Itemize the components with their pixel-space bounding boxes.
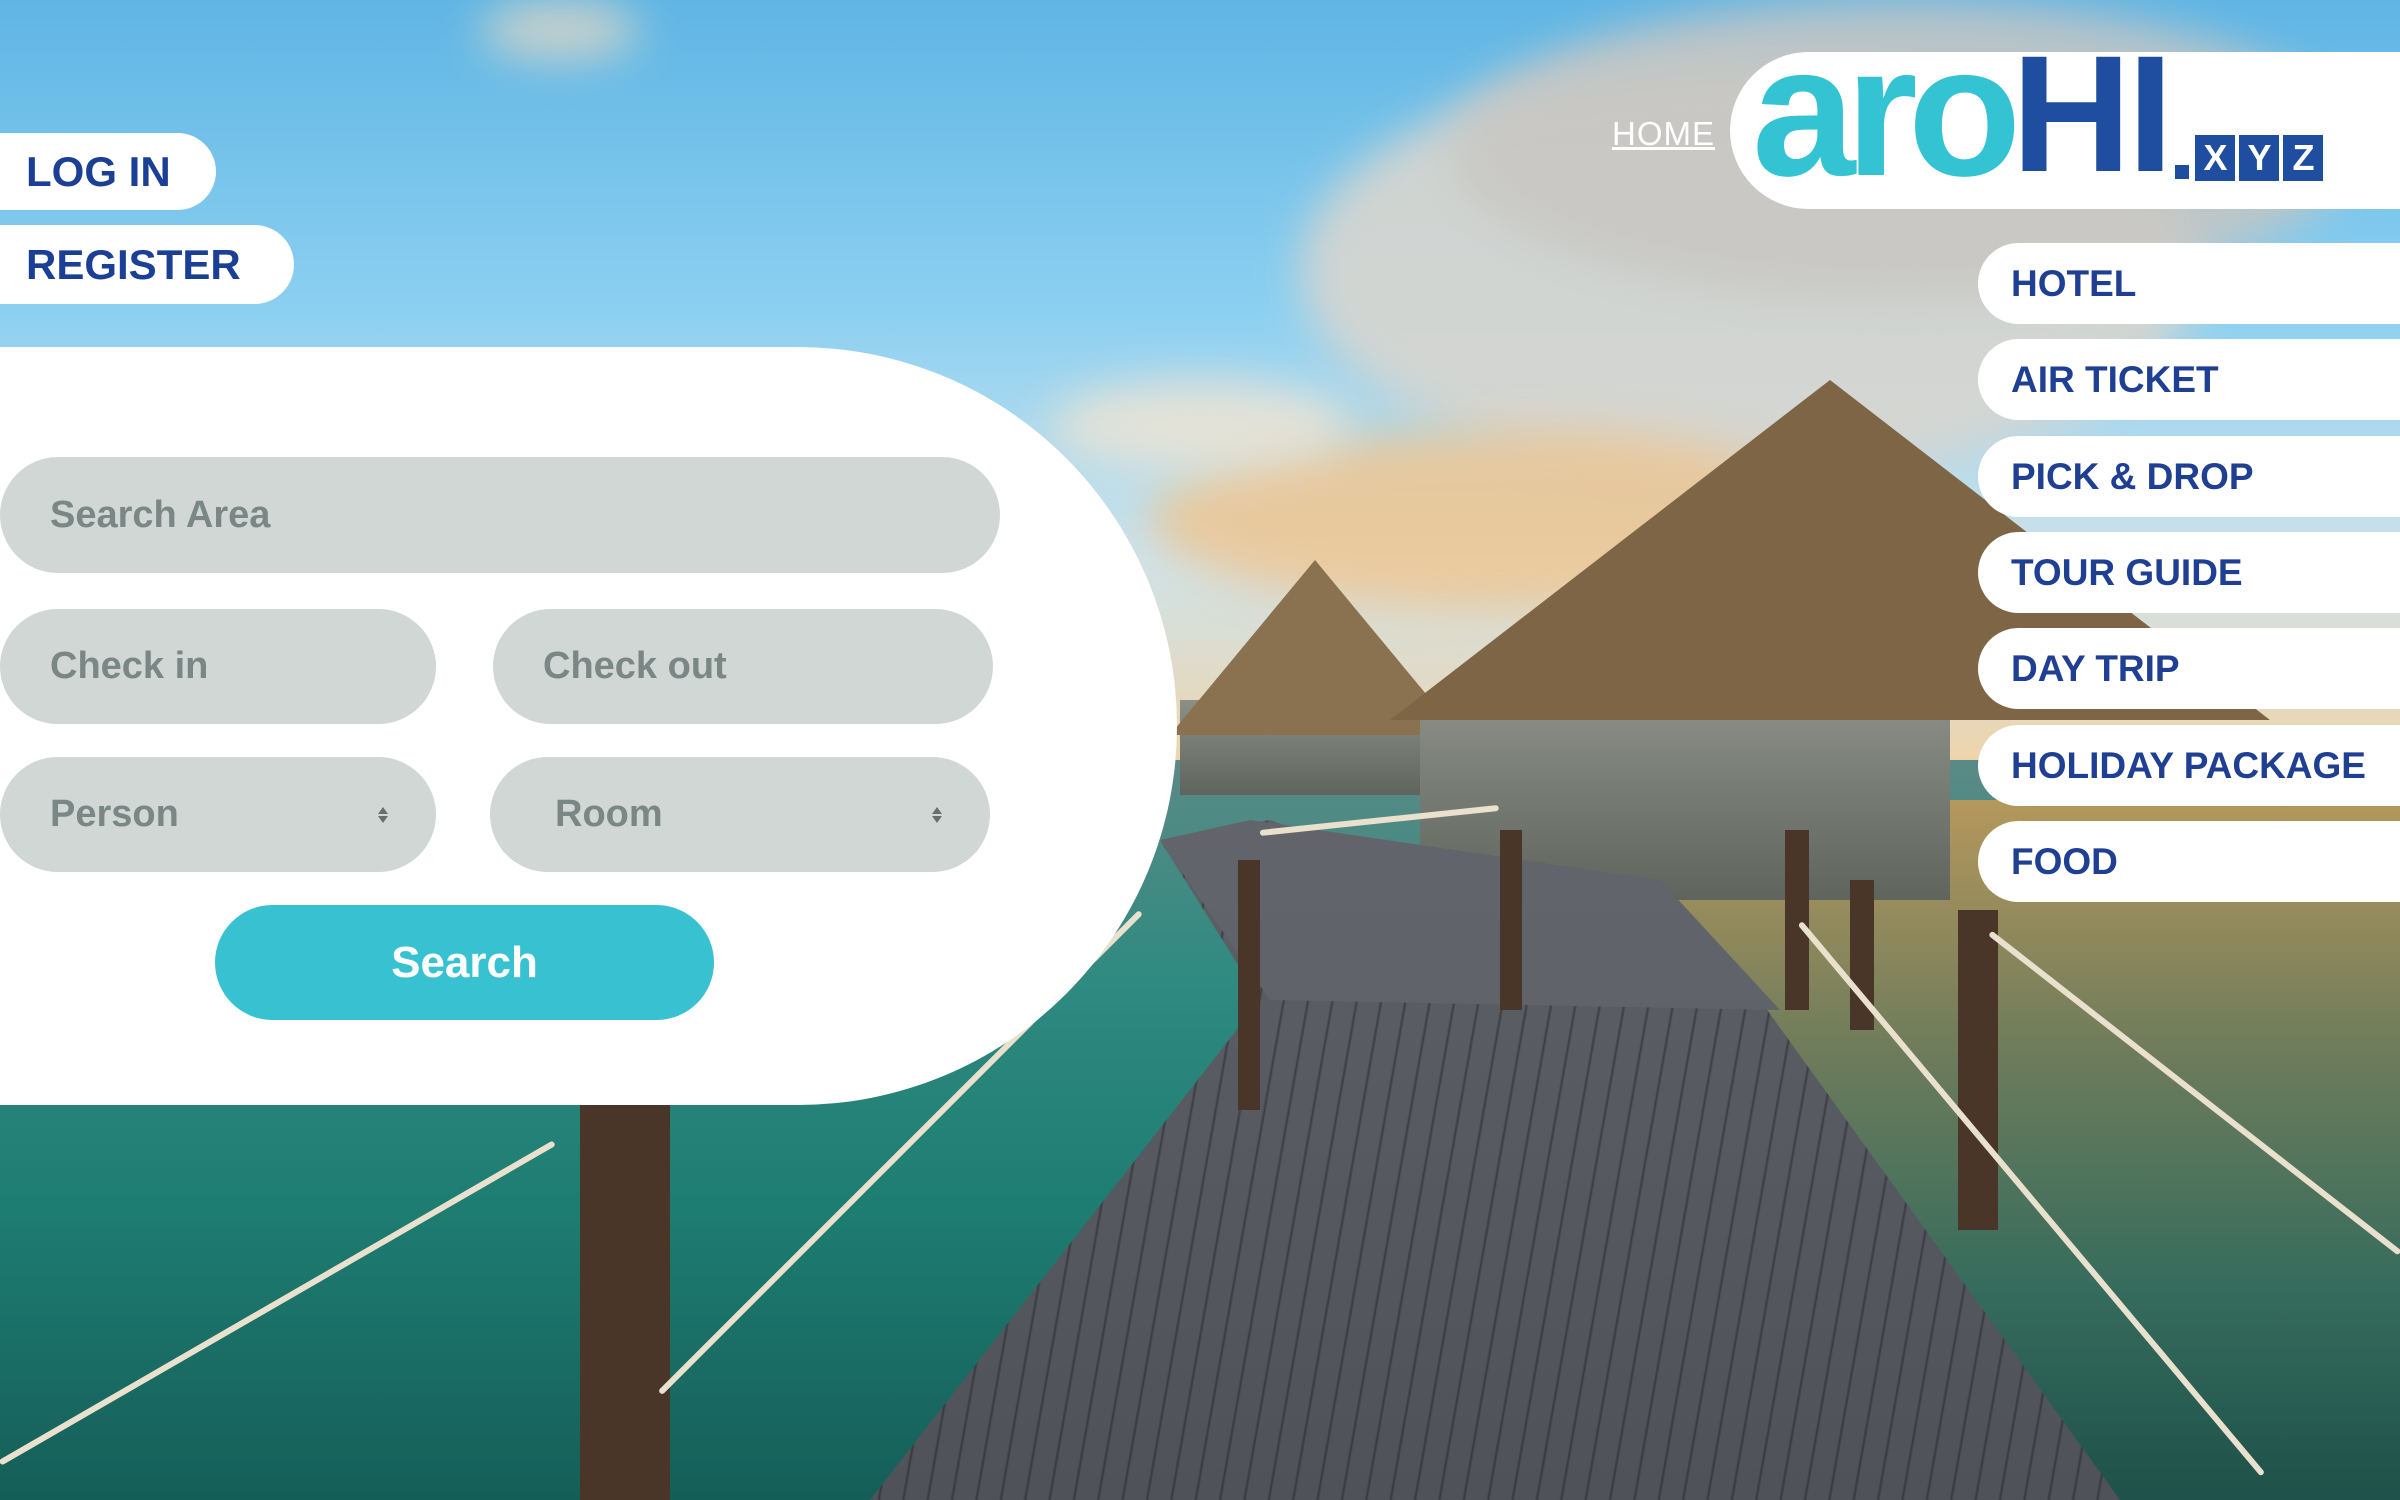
select-arrows-icon (932, 806, 942, 823)
select-arrows-icon (378, 806, 388, 823)
rail-post (1958, 910, 1998, 1230)
nav-item-label: DAY TRIP (2011, 647, 2180, 689)
cloud (480, 0, 640, 60)
register-label: REGISTER (26, 240, 241, 288)
rail-post (1785, 830, 1809, 1010)
check-in-input[interactable]: Check in (0, 609, 436, 724)
logo-tld-letter: Y (2239, 135, 2280, 181)
nav-item-label: PICK & DROP (2011, 455, 2254, 497)
search-area-placeholder: Search Area (50, 493, 271, 536)
check-out-input[interactable]: Check out (493, 609, 993, 724)
register-button[interactable]: REGISTER (0, 225, 294, 304)
logo-hi: HI (2011, 22, 2173, 207)
logo-tld: X Y Z (2175, 135, 2327, 181)
home-link[interactable]: HOME (1612, 115, 1715, 153)
rail-post (580, 1100, 670, 1500)
cloud (1050, 380, 1350, 470)
login-label: LOG IN (26, 147, 171, 195)
check-in-placeholder: Check in (50, 645, 209, 687)
nav-item-label: TOUR GUIDE (2011, 551, 2243, 593)
person-select[interactable]: Person (0, 757, 436, 872)
check-out-placeholder: Check out (543, 645, 727, 687)
room-placeholder: Room (555, 793, 663, 835)
logo-dot (2175, 165, 2190, 179)
nav-item-label: HOTEL (2011, 262, 2137, 304)
person-placeholder: Person (50, 793, 179, 835)
logo-aro: aro (1752, 8, 2021, 215)
nav-item-hotel[interactable]: HOTEL (1978, 243, 2400, 324)
nav-item-label: AIR TICKET (2011, 358, 2219, 400)
room-select[interactable]: Room (490, 757, 990, 872)
nav-item-holiday-package[interactable]: HOLIDAY PACKAGE (1978, 725, 2400, 806)
login-button[interactable]: LOG IN (0, 133, 216, 210)
rail-post (1238, 860, 1260, 1110)
logo-tld-letter: Z (2283, 135, 2324, 181)
nav-item-label: FOOD (2011, 840, 2118, 882)
nav-item-label: HOLIDAY PACKAGE (2011, 744, 2366, 786)
rail-post (1500, 830, 1522, 1010)
nav-item-pick-drop[interactable]: PICK & DROP (1978, 436, 2400, 517)
search-button-label: Search (391, 937, 538, 987)
logo-tld-letter: X (2195, 135, 2236, 181)
nav-item-air-ticket[interactable]: AIR TICKET (1978, 339, 2400, 420)
brand-logo[interactable]: aro HI X Y Z (1752, 19, 2327, 205)
search-area-input[interactable]: Search Area (0, 457, 1000, 573)
nav-item-day-trip[interactable]: DAY TRIP (1978, 628, 2400, 709)
nav-item-food[interactable]: FOOD (1978, 821, 2400, 902)
search-button[interactable]: Search (215, 905, 714, 1020)
nav-item-tour-guide[interactable]: TOUR GUIDE (1978, 532, 2400, 613)
